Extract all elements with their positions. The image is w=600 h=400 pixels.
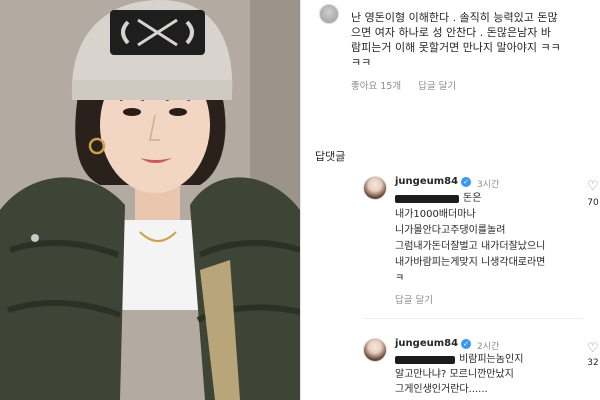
reply-line: ㅋ xyxy=(395,273,405,284)
redaction-bar xyxy=(395,356,455,364)
reply-line: 니가몰안다고주댕이를놀려 xyxy=(395,225,506,236)
redaction-bar xyxy=(395,195,459,203)
reply-username[interactable]: jungeum84 ✓ xyxy=(395,176,472,187)
reply-button[interactable]: 답글 달기 xyxy=(418,81,456,92)
like-count: 70 xyxy=(587,198,599,208)
top-comment-line: 으면 여자 하나로 성 안찬다 . 돈많은남자 바 xyxy=(351,26,552,39)
top-comment-line: 람피는거 이해 못할거면 만나지 말아야지 ㅋㅋ xyxy=(351,41,561,54)
verified-badge-icon: ✓ xyxy=(461,176,472,187)
heart-icon[interactable]: ♡ xyxy=(587,180,599,193)
top-comment-line: ㅋㅋ xyxy=(351,56,372,69)
replies-header: 답댓글 xyxy=(315,150,346,163)
reply-line: 알고만나냐? 모르니깐만났지 xyxy=(395,369,514,380)
verified-badge-icon: ✓ xyxy=(461,338,472,349)
reply-avatar[interactable] xyxy=(363,338,387,362)
photo-illustration xyxy=(0,0,300,400)
reply-line: 비람피는놈인지 xyxy=(459,354,524,365)
username-text[interactable]: jungeum84 xyxy=(395,176,458,187)
heart-icon[interactable]: ♡ xyxy=(587,342,599,355)
selfie-photo xyxy=(0,0,300,400)
top-comment-meta: 좋아요 15개 답글 달기 xyxy=(351,78,470,92)
reply-line: 내가1000배더마나 xyxy=(395,209,476,220)
reply-line: 돈은 xyxy=(463,193,482,204)
commenter-avatar[interactable] xyxy=(319,4,339,24)
username-text[interactable]: jungeum84 xyxy=(395,338,458,349)
reply-timestamp: 2시간 xyxy=(477,342,500,352)
like-count: 32 xyxy=(587,358,599,368)
divider xyxy=(363,318,583,319)
top-comment-line: 난 영돈이형 이해한다 . 솔직히 능력있고 돈많 xyxy=(351,11,558,24)
reply-avatar[interactable] xyxy=(363,176,387,200)
reply-button[interactable]: 답글 달기 xyxy=(395,292,433,306)
reply-line: 그게인생인거란다...... xyxy=(395,384,488,395)
reply-timestamp: 3시간 xyxy=(477,180,500,190)
comments-panel: 난 영돈이형 이해한다 . 솔직히 능력있고 돈많 으면 여자 하나로 성 안찬… xyxy=(300,0,600,400)
reply-line: 그럼내가돈더잘벌고 내가더잘났으니 xyxy=(395,241,546,252)
reply-username[interactable]: jungeum84 ✓ xyxy=(395,338,472,349)
reply-line: 내가바람피는게맞지 니생각대로라면 xyxy=(395,257,546,268)
likes-count[interactable]: 좋아요 15개 xyxy=(351,81,401,92)
